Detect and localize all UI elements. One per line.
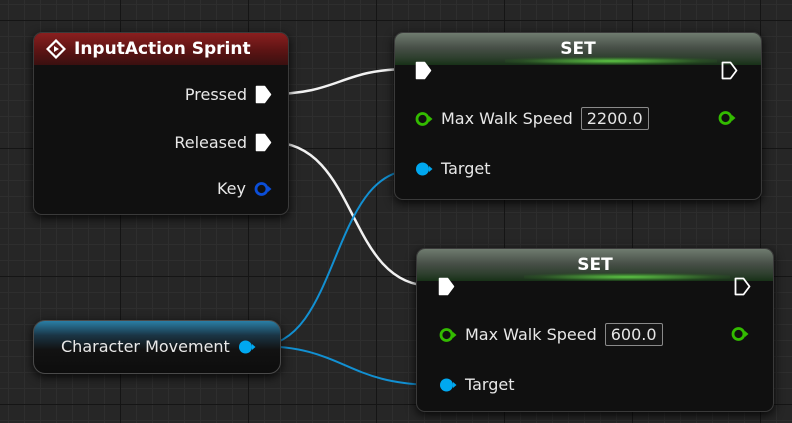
float-pin-out-bottom-icon[interactable] <box>731 326 749 342</box>
float-pin-in-bottom-icon[interactable] <box>439 327 457 343</box>
character-movement-pin-icon[interactable] <box>238 339 256 355</box>
input-action-sprint-node[interactable]: InputAction Sprint Pressed Released Key <box>33 32 289 215</box>
set-node-bottom-title: SET <box>577 255 613 275</box>
character-movement-row: Character Movement <box>61 337 256 356</box>
exec-in-pin-bottom-icon[interactable] <box>438 277 455 296</box>
pin-label-released: Released <box>174 133 247 152</box>
target-row-top: Target <box>415 159 491 178</box>
set-node-bottom[interactable]: SET Max Walk Speed 600.0 Target <box>416 248 774 412</box>
pin-label-pressed: Pressed <box>184 85 247 104</box>
set-node-bottom-header[interactable]: SET <box>417 249 773 281</box>
max-walk-speed-value-top[interactable]: 2200.0 <box>580 107 649 130</box>
max-walk-speed-label-bottom: Max Walk Speed <box>465 325 597 344</box>
set-node-top[interactable]: SET Max Walk Speed 2200.0 Target <box>394 32 762 200</box>
exec-pin-released-icon[interactable] <box>255 133 272 152</box>
key-pin-icon[interactable] <box>254 181 272 197</box>
max-walk-speed-row-bottom: Max Walk Speed 600.0 <box>439 323 663 346</box>
pin-row-pressed: Pressed <box>185 85 272 104</box>
input-action-title: InputAction Sprint <box>74 39 251 59</box>
exec-pin-pressed-icon[interactable] <box>255 85 272 104</box>
set-node-top-title: SET <box>560 39 596 59</box>
target-pin-top-icon[interactable] <box>415 161 433 177</box>
pin-row-key: Key <box>217 179 272 198</box>
target-pin-bottom-icon[interactable] <box>439 377 457 393</box>
set-node-top-header[interactable]: SET <box>395 33 761 65</box>
character-movement-label: Character Movement <box>61 337 230 356</box>
exec-out-pin-bottom-icon[interactable] <box>734 277 751 296</box>
target-row-bottom: Target <box>439 375 515 394</box>
target-label-bottom: Target <box>465 375 515 394</box>
event-diamond-icon <box>46 39 66 59</box>
exec-wire-pressed <box>269 67 411 96</box>
target-label-top: Target <box>441 159 491 178</box>
exec-in-pin-top-icon[interactable] <box>415 61 432 80</box>
max-walk-speed-value-bottom[interactable]: 600.0 <box>604 323 663 346</box>
float-pin-out-top-icon[interactable] <box>718 110 736 126</box>
input-action-header[interactable]: InputAction Sprint <box>34 33 288 65</box>
pin-label-key: Key <box>216 179 246 198</box>
max-walk-speed-row-top: Max Walk Speed 2200.0 <box>415 107 649 130</box>
float-pin-in-top-icon[interactable] <box>415 111 433 127</box>
object-wire-target-bottom <box>257 345 438 386</box>
max-walk-speed-label-top: Max Walk Speed <box>441 109 573 128</box>
character-movement-node[interactable]: Character Movement <box>33 320 281 374</box>
pin-row-released: Released <box>174 133 272 152</box>
exec-out-pin-top-icon[interactable] <box>721 61 738 80</box>
